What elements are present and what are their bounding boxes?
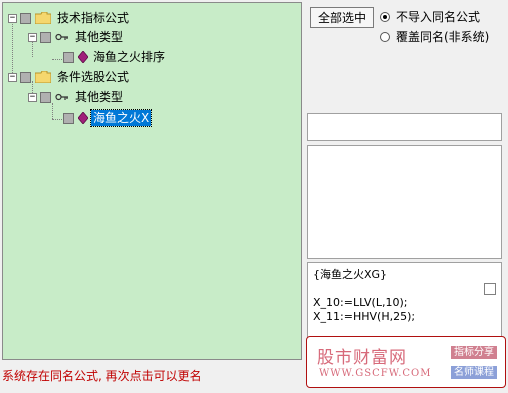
option-overwrite[interactable]: 覆盖同名(非系统) xyxy=(380,28,489,45)
code-line: {海鱼之火XG} xyxy=(313,268,388,281)
watermark-url: WWW.GSCFW.COM xyxy=(319,368,432,379)
radio-button[interactable] xyxy=(380,31,390,42)
tree-node-label: 海鱼之火排序 xyxy=(93,50,166,64)
key-icon xyxy=(55,93,68,101)
tree-node-label: 其他类型 xyxy=(75,90,124,104)
node-checkbox[interactable] xyxy=(40,31,51,43)
key-icon xyxy=(55,33,68,41)
collapse-toggle[interactable]: − xyxy=(8,13,17,23)
description-box[interactable] xyxy=(307,145,502,259)
node-checkbox[interactable] xyxy=(20,12,31,24)
code-line: X_10:=LLV(L,10); xyxy=(313,296,408,309)
tree-node-label: 海鱼之火X xyxy=(89,109,153,127)
formula-icon xyxy=(78,51,88,63)
node-checkbox[interactable] xyxy=(63,51,74,63)
option-label: 不导入同名公式 xyxy=(396,10,481,24)
folder-icon xyxy=(35,12,51,24)
tree-node-stock-screening[interactable]: − 条件选股公式 xyxy=(8,68,131,86)
node-checkbox[interactable] xyxy=(40,91,51,103)
tree-node-label: 技术指标公式 xyxy=(57,11,130,25)
tree-node-formula[interactable]: 海鱼之火排序 xyxy=(63,48,167,66)
formula-icon xyxy=(78,112,88,124)
collapse-toggle[interactable]: − xyxy=(28,92,37,102)
preview-checkbox[interactable] xyxy=(484,283,496,295)
formula-tree[interactable]: − 技术指标公式 − 其他类型 海鱼之火排序 − 条件选股公式 − 其他类型 海… xyxy=(2,2,302,360)
tree-node-label: 条件选股公式 xyxy=(57,70,130,84)
folder-icon xyxy=(35,71,51,83)
collapse-toggle[interactable]: − xyxy=(28,32,37,42)
watermark-tag: 指标分享 xyxy=(451,346,497,359)
tree-node-other-types[interactable]: − 其他类型 xyxy=(28,88,125,106)
select-all-button[interactable]: 全部选中 xyxy=(310,7,374,28)
code-line: X_11:=HHV(H,25); xyxy=(313,310,416,323)
tree-node-label: 其他类型 xyxy=(75,30,124,44)
watermark-title: 股市财富网 xyxy=(317,348,407,368)
radio-button[interactable] xyxy=(380,11,390,22)
node-checkbox[interactable] xyxy=(20,71,31,83)
tree-node-formula-selected[interactable]: 海鱼之火X xyxy=(63,109,153,127)
collapse-toggle[interactable]: − xyxy=(8,72,17,82)
option-label: 覆盖同名(非系统) xyxy=(396,30,490,44)
formula-code-preview[interactable]: {海鱼之火XG} X_10:=LLV(L,10); X_11:=HHV(H,25… xyxy=(307,262,502,339)
status-message: 系统存在同名公式, 再次点击可以更名 xyxy=(2,369,202,383)
name-field[interactable] xyxy=(307,113,502,141)
site-watermark: 股市财富网 WWW.GSCFW.COM 指标分享 名师课程 xyxy=(306,336,506,388)
tree-node-other-types[interactable]: − 其他类型 xyxy=(28,28,125,46)
option-skip-duplicates[interactable]: 不导入同名公式 xyxy=(380,8,480,25)
node-checkbox[interactable] xyxy=(63,112,74,124)
tree-node-tech-indicators[interactable]: − 技术指标公式 xyxy=(8,9,131,27)
watermark-tag: 名师课程 xyxy=(451,366,497,379)
